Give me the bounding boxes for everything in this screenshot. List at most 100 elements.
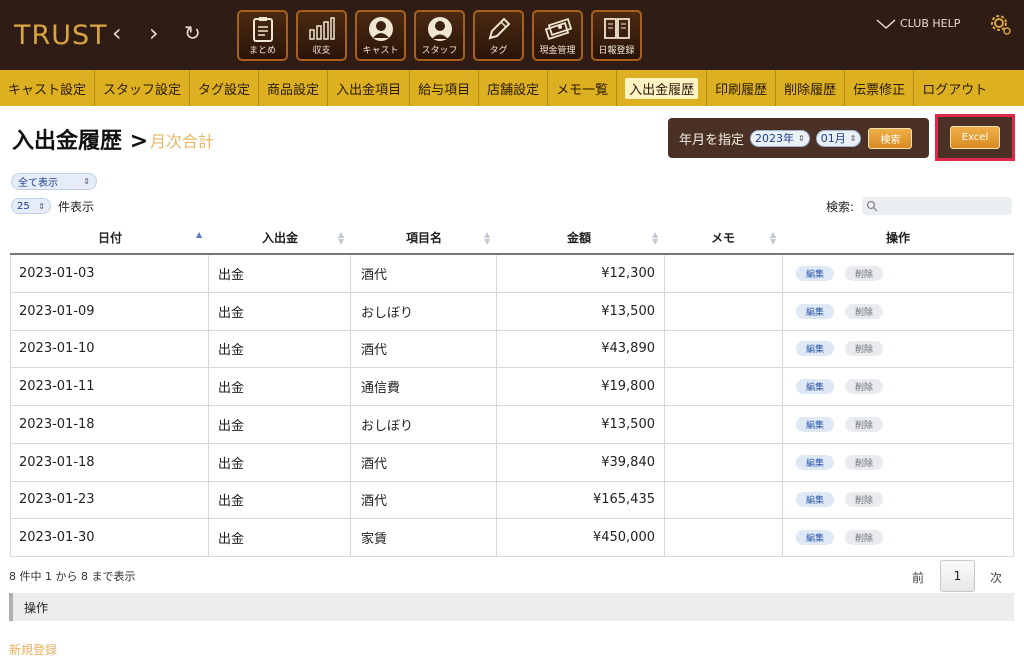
search-button[interactable]: 検索: [868, 127, 913, 149]
forward-arrow-icon[interactable]: ›: [149, 21, 159, 45]
cell-in-out: 出金: [209, 368, 351, 405]
sort-icon[interactable]: ▲ ▼: [338, 231, 344, 246]
settings-menu-bar: キャスト設定 スタッフ設定 タグ設定 商品設定 入出金項目 給与項目 店舗設定 …: [0, 70, 1024, 106]
gear-icon[interactable]: [990, 14, 1012, 40]
nav-tag[interactable]: タグ: [473, 10, 524, 61]
edit-button[interactable]: 編集: [796, 492, 834, 508]
search-label: 検索:: [826, 200, 855, 214]
nav-staff[interactable]: スタッフ: [414, 10, 465, 61]
reload-icon[interactable]: ↻: [184, 21, 201, 45]
cell-amount: ¥43,890: [497, 330, 665, 368]
delete-button[interactable]: 削除: [845, 303, 883, 319]
page-size-select[interactable]: 25 ⇕: [11, 198, 51, 214]
cell-date: 2023-01-10: [11, 330, 209, 368]
column-header-amount[interactable]: 金額: [567, 222, 591, 253]
delete-button[interactable]: 削除: [845, 454, 883, 470]
cell-operations: 編集 削除: [783, 293, 1014, 330]
nav-cash[interactable]: 現金管理: [532, 10, 583, 61]
delete-button[interactable]: 削除: [845, 379, 883, 395]
edit-button[interactable]: 編集: [796, 303, 834, 319]
menu-item-salary-items[interactable]: 給与項目: [410, 70, 480, 106]
cell-amount: ¥12,300: [497, 255, 665, 292]
menu-item-cashflow-items[interactable]: 入出金項目: [328, 70, 411, 106]
month-filter-label: 年月を指定: [679, 132, 745, 148]
clipboard-icon: [252, 17, 273, 42]
nav-matome[interactable]: まとめ: [237, 10, 288, 61]
club-help-link[interactable]: CLUB HELP: [876, 17, 960, 30]
edit-button[interactable]: 編集: [796, 341, 834, 357]
cell-amount: ¥19,800: [497, 368, 665, 405]
cell-date: 2023-01-18: [11, 443, 209, 481]
page-title-text: 入出金履歴: [12, 129, 123, 154]
search-icon: [866, 200, 878, 212]
edit-button[interactable]: 編集: [796, 265, 834, 281]
nav-shushi[interactable]: 収支: [296, 10, 347, 61]
column-header-date[interactable]: 日付: [98, 222, 122, 253]
cell-date: 2023-01-03: [11, 255, 209, 292]
month-filter-panel: 年月を指定 2023年 ⇕ 01月 ⇕ 検索: [668, 118, 929, 158]
menu-item-tag-settings[interactable]: タグ設定: [190, 70, 260, 106]
delete-button[interactable]: 削除: [845, 265, 883, 281]
sort-asc-icon[interactable]: ▲: [196, 231, 202, 239]
cell-memo: [665, 255, 783, 292]
app-logo[interactable]: TRUST: [14, 20, 108, 51]
book-icon: [603, 18, 630, 39]
cell-operations: 編集 削除: [783, 519, 1014, 556]
cell-operations: 編集 削除: [783, 368, 1014, 405]
sort-icon[interactable]: ▲ ▼: [652, 231, 658, 246]
menu-item-staff-settings[interactable]: スタッフ設定: [95, 70, 191, 106]
menu-item-label: キャスト設定: [8, 82, 87, 98]
show-filter-select[interactable]: 全て表示 ⇕: [11, 173, 97, 190]
menu-item-slip-correction[interactable]: 伝票修正: [845, 70, 915, 106]
staff-person-icon: [427, 17, 452, 41]
cell-in-out: 出金: [209, 255, 351, 292]
edit-button[interactable]: 編集: [796, 530, 834, 546]
year-select[interactable]: 2023年 ⇕: [750, 129, 810, 147]
edit-button[interactable]: 編集: [796, 416, 834, 432]
delete-button[interactable]: 削除: [845, 492, 883, 508]
back-arrow-icon[interactable]: ‹: [112, 21, 122, 45]
cell-item-name: 家賃: [351, 519, 497, 556]
menu-item-product-settings[interactable]: 商品設定: [259, 70, 329, 106]
bar-chart-icon: [308, 17, 335, 40]
cell-memo: [665, 330, 783, 368]
menu-item-delete-history[interactable]: 削除履歴: [776, 70, 846, 106]
menu-item-print-history[interactable]: 印刷履歴: [707, 70, 777, 106]
prev-page-button[interactable]: 前: [912, 569, 924, 586]
edit-button[interactable]: 編集: [796, 454, 834, 470]
new-register-link[interactable]: 新規登録: [9, 641, 57, 658]
delete-button[interactable]: 削除: [845, 530, 883, 546]
month-select-value: 01月: [820, 132, 846, 145]
table-row: 2023-01-11 出金 通信費 ¥19,800 編集 削除: [10, 368, 1014, 406]
menu-item-store-settings[interactable]: 店舗設定: [479, 70, 549, 106]
column-header-item-name[interactable]: 項目名: [406, 222, 442, 253]
cell-date: 2023-01-30: [11, 519, 209, 556]
search-input[interactable]: [862, 197, 1012, 215]
delete-button[interactable]: 削除: [845, 341, 883, 357]
menu-item-cast-settings[interactable]: キャスト設定: [0, 70, 96, 106]
menu-item-label: タグ設定: [198, 82, 251, 98]
menu-item-logout[interactable]: ログアウト: [914, 70, 995, 106]
month-select[interactable]: 01月 ⇕: [815, 129, 862, 147]
table-row: 2023-01-18 出金 酒代 ¥39,840 編集 削除: [10, 443, 1014, 482]
menu-item-memo-list[interactable]: メモ一覧: [548, 70, 618, 106]
current-page-button[interactable]: 1: [940, 560, 975, 592]
cell-memo: [665, 481, 783, 519]
edit-button[interactable]: 編集: [796, 379, 834, 395]
menu-item-cashflow-history[interactable]: 入出金履歴: [617, 70, 708, 106]
column-header-memo[interactable]: メモ: [711, 222, 735, 253]
table-body: 2023-01-03 出金 酒代 ¥12,300 編集 削除 2023-01-0…: [10, 255, 1014, 557]
sort-icon[interactable]: ▲ ▼: [484, 231, 490, 246]
column-header-operations: 操作: [886, 231, 911, 245]
nav-cast[interactable]: キャスト: [355, 10, 406, 61]
monthly-total-link[interactable]: 月次合計: [150, 128, 214, 152]
delete-button[interactable]: 削除: [845, 416, 883, 432]
next-page-button[interactable]: 次: [990, 569, 1002, 586]
excel-export-button[interactable]: Excel: [950, 126, 1000, 149]
column-header-in-out[interactable]: 入出金: [262, 222, 298, 253]
table-info-text: 8 件中 1 から 8 まで表示: [9, 570, 136, 583]
sort-icon[interactable]: ▲ ▼: [770, 231, 776, 246]
nav-icon-label: まとめ: [248, 46, 276, 56]
nav-daily-report[interactable]: 日報登録: [591, 10, 642, 61]
cell-operations: 編集 削除: [783, 444, 1014, 481]
